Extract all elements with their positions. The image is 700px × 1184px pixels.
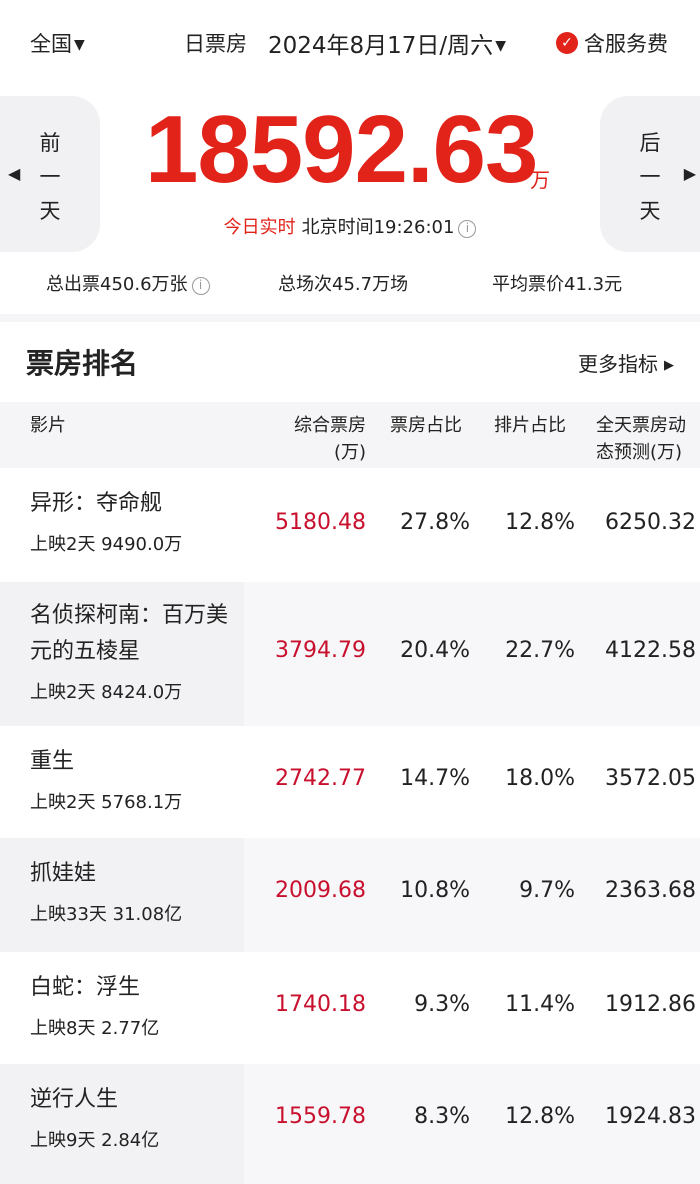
header-forecast-line: 全天票房动 bbox=[596, 415, 686, 436]
total-box-office-unit: 万 bbox=[530, 168, 550, 192]
header-forecast[interactable]: 全天票房动 态预测(万) bbox=[596, 412, 696, 466]
region-label: 全国 bbox=[30, 32, 72, 56]
caret-down-icon: ▼ bbox=[74, 37, 85, 53]
share-value: 20.4% bbox=[400, 638, 470, 663]
header-gross-line: 综合票房 bbox=[294, 415, 366, 436]
service-fee-label: 含服务费 bbox=[584, 32, 668, 56]
forecast-value: 1924.83 bbox=[605, 1104, 696, 1129]
film-release-info: 上映33天 31.08亿 bbox=[30, 904, 183, 925]
share-value: 27.8% bbox=[400, 510, 470, 535]
next-day-label: 后 一 天 bbox=[638, 126, 662, 228]
total-box-office-value: 18592.63 bbox=[145, 96, 538, 203]
previous-day-char: 前 bbox=[39, 131, 61, 155]
date-value: 2024年8月17日/周六 bbox=[268, 33, 494, 59]
gross-value: 1740.18 bbox=[275, 992, 366, 1017]
schedule-value: 12.8% bbox=[505, 1104, 575, 1129]
table-row[interactable]: 名侦探柯南：百万美元的五棱星 上映2天 8424.0万 3794.79 20.4… bbox=[0, 582, 700, 726]
caret-down-icon: ▼ bbox=[495, 38, 506, 54]
next-day-char: 一 bbox=[639, 165, 661, 189]
gross-value: 2009.68 bbox=[275, 878, 366, 903]
summary-stats: 总出票450.6万张 i 总场次45.7万场 平均票价41.3元 bbox=[0, 252, 700, 314]
region-selector[interactable]: 全国 ▼ bbox=[30, 28, 85, 58]
top-bar: 全国 ▼ 日票房 2024年8月17日/周六 ▼ ✓ 含服务费 bbox=[0, 0, 700, 88]
gross-value: 3794.79 bbox=[275, 638, 366, 663]
ranking-title: 票房排名 bbox=[26, 347, 139, 380]
film-cell: 抓娃娃 上映33天 31.08亿 bbox=[0, 838, 244, 952]
total-box-office-panel: ◀ 前 一 天 18592.63 万 今日实时 北京时间19:26:01 i 后 一… bbox=[0, 88, 700, 252]
gross-value: 1559.78 bbox=[275, 1104, 366, 1129]
total-tickets-text: 总出票450.6万张 bbox=[46, 274, 188, 295]
next-day-char: 天 bbox=[639, 199, 661, 223]
gross-value: 5180.48 bbox=[275, 510, 366, 535]
schedule-value: 22.7% bbox=[505, 638, 575, 663]
next-day-button[interactable]: 后 一 天 ▶ bbox=[600, 96, 700, 252]
caret-left-icon: ◀ bbox=[8, 164, 21, 183]
current-time: 19:26:01 bbox=[373, 217, 455, 238]
gross-value: 2742.77 bbox=[275, 766, 366, 791]
table-row[interactable]: 白蛇：浮生 上映8天 2.77亿 1740.18 9.3% 11.4% 1912… bbox=[0, 952, 700, 1064]
forecast-value: 4122.58 bbox=[605, 638, 696, 663]
ranking-rows: 异形：夺命舰 上映2天 9490.0万 5180.48 27.8% 12.8% … bbox=[0, 468, 700, 1184]
film-release-info: 上映8天 2.77亿 bbox=[30, 1018, 160, 1039]
header-share[interactable]: 票房占比 bbox=[390, 412, 462, 439]
schedule-value: 12.8% bbox=[505, 510, 575, 535]
film-title: 名侦探柯南：百万美元的五棱星 bbox=[30, 603, 229, 664]
film-cell: 异形：夺命舰 上映2天 9490.0万 bbox=[0, 468, 244, 582]
table-row[interactable]: 重生 上映2天 5768.1万 2742.77 14.7% 18.0% 3572… bbox=[0, 726, 700, 838]
share-value: 14.7% bbox=[400, 766, 470, 791]
film-cell: 重生 上映2天 5768.1万 bbox=[0, 726, 244, 838]
film-release-info: 上映2天 8424.0万 bbox=[30, 682, 183, 703]
header-forecast-line: 态预测(万) bbox=[596, 442, 683, 463]
table-row[interactable]: 逆行人生 上映9天 2.84亿 1559.78 8.3% 12.8% 1924.… bbox=[0, 1064, 700, 1184]
film-cell: 白蛇：浮生 上映8天 2.77亿 bbox=[0, 952, 244, 1064]
film-title: 抓娃娃 bbox=[30, 861, 97, 886]
header-schedule[interactable]: 排片占比 bbox=[494, 412, 566, 439]
forecast-value: 1912.86 bbox=[605, 992, 696, 1017]
header-gross-line: (万) bbox=[333, 442, 366, 463]
caret-right-icon: ▶ bbox=[683, 164, 696, 183]
ranking-table-header: 影片 综合票房 (万) 票房占比 排片占比 全天票房动 态预测(万) bbox=[0, 402, 700, 468]
film-release-info: 上映2天 5768.1万 bbox=[30, 792, 183, 813]
total-shows-stat: 总场次45.7万场 bbox=[278, 274, 409, 295]
table-row[interactable]: 异形：夺命舰 上映2天 9490.0万 5180.48 27.8% 12.8% … bbox=[0, 468, 700, 582]
share-value: 9.3% bbox=[414, 992, 470, 1017]
service-fee-toggle[interactable]: ✓ 含服务费 bbox=[556, 28, 668, 58]
header-film: 影片 bbox=[30, 415, 66, 436]
box-office-ranking-card: 票房排名 更多指标 ▶ 影片 综合票房 (万) 票房占比 排片占比 全天票房动 态… bbox=[0, 322, 700, 1184]
more-metrics-button[interactable]: 更多指标 ▶ bbox=[578, 348, 674, 377]
next-day-char: 后 bbox=[639, 131, 661, 155]
date-selector[interactable]: 2024年8月17日/周六 ▼ bbox=[268, 26, 506, 60]
header-gross[interactable]: 综合票房 (万) bbox=[270, 412, 366, 466]
film-release-info: 上映2天 9490.0万 bbox=[30, 534, 183, 555]
schedule-value: 18.0% bbox=[505, 766, 575, 791]
film-cell: 逆行人生 上映9天 2.84亿 bbox=[0, 1064, 244, 1184]
forecast-value: 2363.68 bbox=[605, 878, 696, 903]
film-title: 异形：夺命舰 bbox=[30, 491, 163, 516]
previous-day-char: 一 bbox=[39, 165, 61, 189]
film-title: 重生 bbox=[30, 749, 75, 774]
check-circle-icon: ✓ bbox=[556, 32, 578, 54]
schedule-value: 9.7% bbox=[519, 878, 575, 903]
forecast-value: 6250.32 bbox=[605, 510, 696, 535]
film-cell: 名侦探柯南：百万美元的五棱星 上映2天 8424.0万 bbox=[0, 582, 244, 726]
date-type-label: 日票房 bbox=[184, 32, 247, 56]
more-metrics-label: 更多指标 bbox=[578, 352, 658, 376]
caret-right-icon: ▶ bbox=[664, 358, 674, 373]
forecast-value: 3572.05 bbox=[605, 766, 696, 791]
film-title: 白蛇：浮生 bbox=[30, 975, 141, 1000]
share-value: 8.3% bbox=[414, 1104, 470, 1129]
total-tickets-stat: 总出票450.6万张 i bbox=[46, 270, 210, 296]
table-row[interactable]: 抓娃娃 上映33天 31.08亿 2009.68 10.8% 9.7% 2363… bbox=[0, 838, 700, 952]
schedule-value: 11.4% bbox=[505, 992, 575, 1017]
film-release-info: 上映9天 2.84亿 bbox=[30, 1130, 160, 1151]
info-icon[interactable]: i bbox=[458, 220, 477, 238]
info-icon[interactable]: i bbox=[191, 277, 210, 295]
realtime-status: 今日实时 北京时间19:26:01 i bbox=[0, 213, 700, 239]
average-price-stat: 平均票价41.3元 bbox=[492, 274, 623, 295]
beijing-time-label: 北京时间 bbox=[301, 217, 374, 238]
share-value: 10.8% bbox=[400, 878, 470, 903]
realtime-label: 今日实时 bbox=[223, 217, 296, 238]
film-title: 逆行人生 bbox=[30, 1087, 119, 1112]
